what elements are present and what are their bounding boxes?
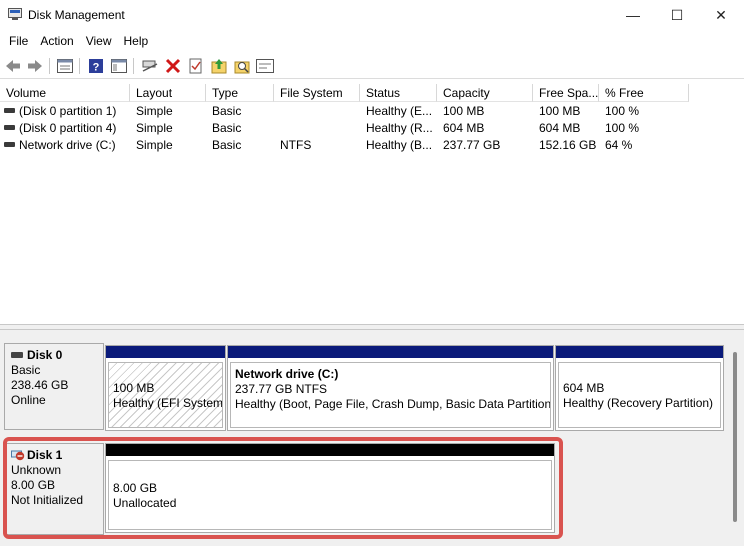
volume-icon [4, 108, 15, 114]
table-row[interactable]: Network drive (C:) Simple Basic NTFS Hea… [0, 137, 744, 154]
status-cell: Healthy (R... [366, 121, 433, 135]
toolbar-separator [49, 58, 50, 74]
help-icon[interactable]: ? [87, 57, 105, 75]
partition-desc: Healthy (Recovery Partition) [563, 396, 714, 410]
layout-cell: Simple [136, 138, 173, 152]
fs-cell: NTFS [280, 138, 312, 152]
window-title: Disk Management [28, 8, 125, 22]
partition-size: 8.00 GB [113, 481, 158, 495]
disk-type: Unknown [11, 463, 62, 477]
partition-desc: Healthy (EFI System [113, 396, 223, 410]
maximize-button[interactable]: ☐ [654, 0, 700, 30]
percent-free-cell: 100 % [605, 121, 640, 135]
status-cell: Healthy (B... [366, 138, 433, 152]
menu-help[interactable]: Help [118, 30, 155, 52]
menu-view[interactable]: View [80, 30, 118, 52]
partition-title: Network drive (C:) [235, 367, 339, 381]
disk-size: 8.00 GB [11, 478, 56, 492]
column-header-layout[interactable]: Layout [130, 84, 206, 102]
volume-icon [4, 142, 15, 148]
type-cell: Basic [212, 138, 242, 152]
percent-free-cell: 100 % [605, 104, 640, 118]
volume-name: Network drive (C:) [19, 138, 116, 152]
back-icon[interactable] [4, 57, 22, 75]
layout-cell: Simple [136, 104, 173, 118]
partition-bar [556, 346, 723, 358]
column-header-file-system[interactable]: File System [274, 84, 360, 102]
disk-0-label[interactable]: Disk 0 Basic 238.46 GB Online [4, 343, 104, 430]
percent-free-cell: 64 % [605, 138, 633, 152]
volume-icon [4, 125, 15, 131]
table-row[interactable]: (Disk 0 partition 1) Simple Basic Health… [0, 103, 744, 120]
table-row[interactable]: (Disk 0 partition 4) Simple Basic Health… [0, 120, 744, 137]
disk-size: 238.46 GB [11, 378, 69, 392]
volume-name: (Disk 0 partition 1) [19, 104, 117, 118]
partition-efi[interactable]: 100 MB Healthy (EFI System [105, 345, 226, 431]
import-icon[interactable] [210, 57, 228, 75]
capacity-cell: 604 MB [443, 121, 485, 135]
forward-icon[interactable] [26, 57, 44, 75]
disk-name: Disk 1 [27, 448, 63, 462]
layout-cell: Simple [136, 121, 173, 135]
check-icon[interactable] [187, 57, 205, 75]
partition-desc: Unallocated [113, 496, 177, 510]
column-header-percent-free[interactable]: % Free [599, 84, 689, 102]
status-cell: Healthy (E... [366, 104, 433, 118]
capacity-cell: 100 MB [443, 104, 485, 118]
close-button[interactable]: ✕ [698, 0, 744, 30]
toolbar-separator [79, 58, 80, 74]
partition-bar [106, 346, 225, 358]
title-bar: Disk Management — ☐ ✕ [0, 0, 744, 30]
column-header-status[interactable]: Status [360, 84, 437, 102]
disk-1-label[interactable]: Disk 1 Unknown 8.00 GB Not Initialized [4, 443, 104, 535]
disk-state: Not Initialized [11, 493, 84, 507]
delete-icon[interactable] [164, 57, 182, 75]
console-icon[interactable] [256, 57, 274, 75]
connect-icon[interactable] [141, 57, 159, 75]
fs-cell [274, 120, 360, 137]
partition-size: 100 MB [113, 381, 155, 395]
menu-action[interactable]: Action [34, 30, 79, 52]
disk-name: Disk 0 [27, 348, 63, 362]
free-space-cell: 100 MB [539, 104, 581, 118]
partition-unallocated[interactable]: 8.00 GB Unallocated [105, 443, 555, 533]
free-space-cell: 152.16 GB [539, 138, 597, 152]
column-header-capacity[interactable]: Capacity [437, 84, 533, 102]
partition-size: 237.77 GB NTFS [235, 382, 328, 396]
fs-cell [274, 103, 360, 120]
disk-state: Online [11, 393, 46, 407]
volume-name: (Disk 0 partition 4) [19, 121, 117, 135]
partition-bar [106, 444, 554, 456]
disk-not-initialized-icon [11, 450, 25, 461]
search-icon[interactable] [233, 57, 251, 75]
column-header-free-space[interactable]: Free Spa... [533, 84, 599, 102]
menu-file[interactable]: File [3, 30, 34, 52]
disk-type: Basic [11, 363, 41, 377]
partition-recovery[interactable]: 604 MB Healthy (Recovery Partition) [555, 345, 724, 431]
vertical-scrollbar[interactable] [733, 352, 737, 522]
type-cell: Basic [212, 121, 242, 135]
minimize-button[interactable]: — [610, 0, 656, 30]
partition-bar [228, 346, 553, 358]
partition-desc: Healthy (Boot, Page File, Crash Dump, Ba… [235, 397, 551, 411]
disk-icon [11, 351, 23, 358]
volume-list: Volume Layout Type File System Status Ca… [0, 84, 744, 324]
menu-bar: File Action View Help [0, 30, 744, 52]
disk-management-icon [8, 8, 22, 20]
free-space-cell: 604 MB [539, 121, 581, 135]
column-header-type[interactable]: Type [206, 84, 274, 102]
toolbar-separator [133, 58, 134, 74]
svg-text:?: ? [93, 62, 100, 74]
partition-size: 604 MB [563, 381, 605, 395]
toolbar: ? [0, 53, 744, 79]
type-cell: Basic [212, 104, 242, 118]
properties-icon[interactable] [56, 57, 74, 75]
capacity-cell: 237.77 GB [443, 138, 501, 152]
column-header-volume[interactable]: Volume [0, 84, 130, 102]
show-hide-icon[interactable] [110, 57, 128, 75]
partition-c-drive[interactable]: Network drive (C:) 237.77 GB NTFS Health… [227, 345, 554, 431]
